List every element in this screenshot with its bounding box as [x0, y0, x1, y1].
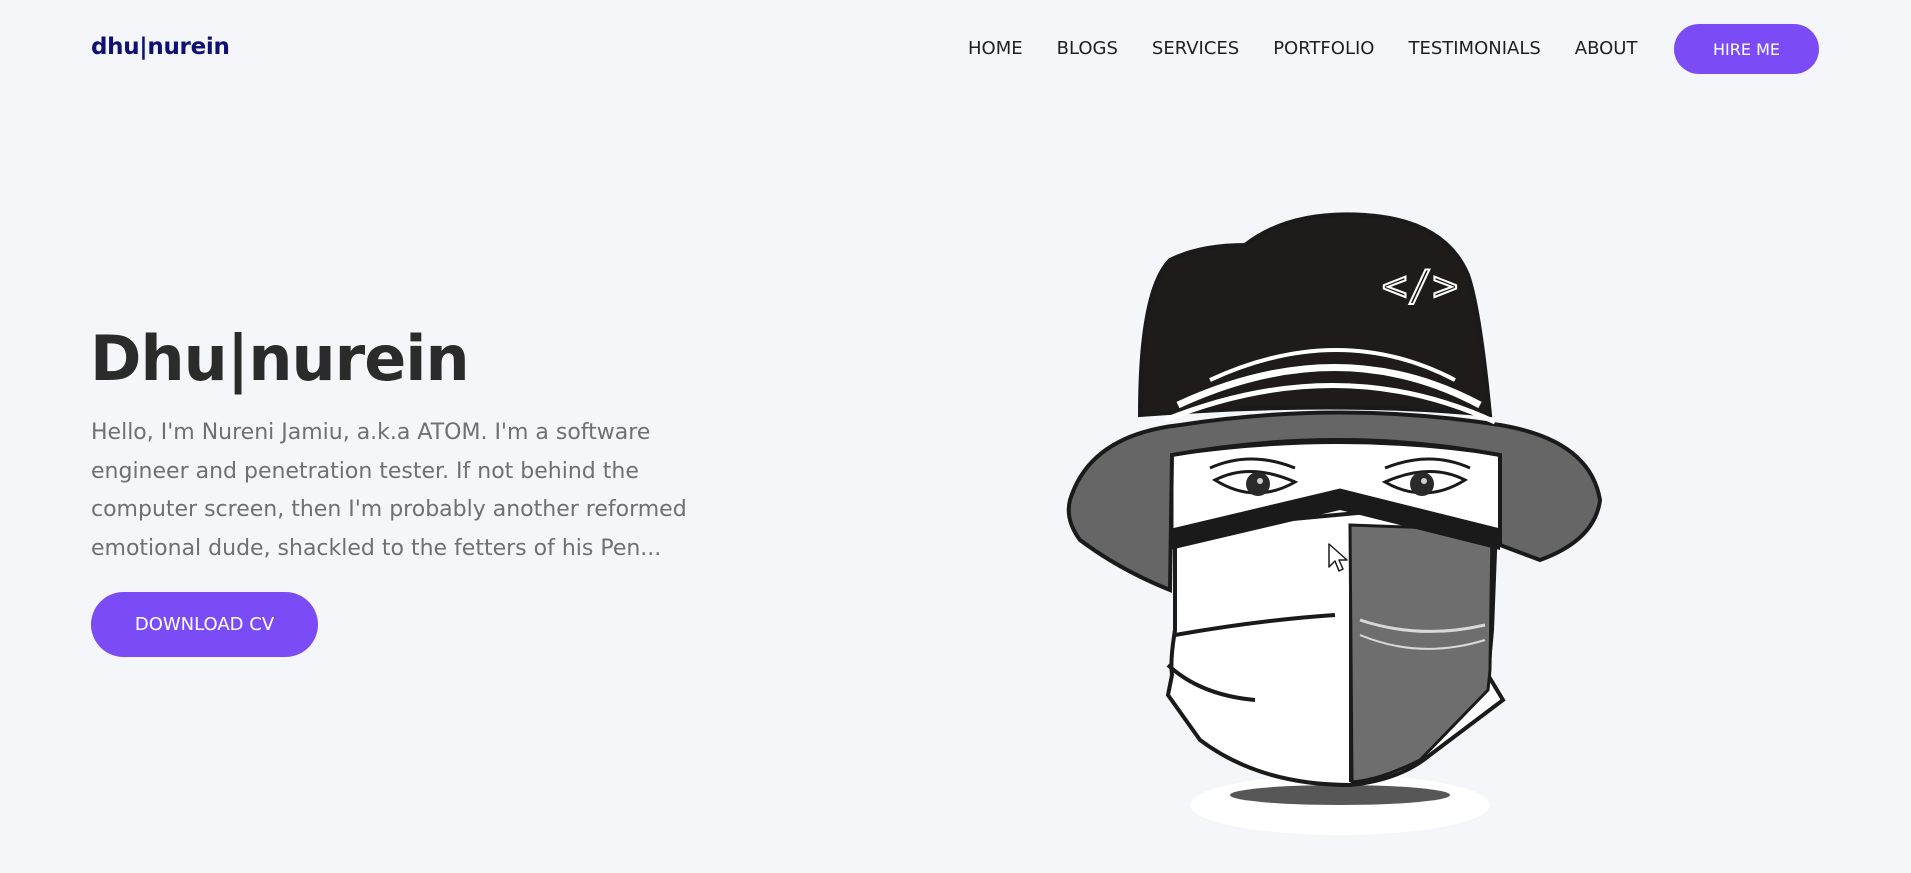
nav-link-portfolio[interactable]: PORTFOLIO — [1273, 38, 1374, 59]
nav-link-services[interactable]: SERVICES — [1152, 38, 1239, 59]
nav-link-testimonials[interactable]: TESTIMONIALS — [1408, 38, 1540, 59]
nav-link-blogs[interactable]: BLOGS — [1057, 38, 1118, 59]
hero-title: Dhu|nurein — [90, 322, 470, 395]
nav-link-about[interactable]: ABOUT — [1575, 38, 1638, 59]
site-logo[interactable]: dhu|nurein — [91, 34, 230, 60]
hero-description: Hello, I'm Nureni Jamiu, a.k.a ATOM. I'm… — [91, 420, 687, 561]
download-cv-button[interactable]: DOWNLOAD CV — [91, 592, 318, 657]
mouse-cursor-icon — [1328, 543, 1350, 575]
hire-me-button[interactable]: HIRE ME — [1674, 24, 1819, 74]
nav-link-home[interactable]: HOME — [968, 38, 1023, 59]
navbar: dhu|nurein HOME BLOGS SERVICES PORTFOLIO… — [0, 0, 1911, 98]
nav-menu: HOME BLOGS SERVICES PORTFOLIO TESTIMONIA… — [968, 38, 1637, 59]
masked-hacker-avatar-icon: </> — [1060, 200, 1610, 850]
cap-logo: </> — [1382, 261, 1458, 310]
page: dhu|nurein HOME BLOGS SERVICES PORTFOLIO… — [0, 0, 1911, 873]
